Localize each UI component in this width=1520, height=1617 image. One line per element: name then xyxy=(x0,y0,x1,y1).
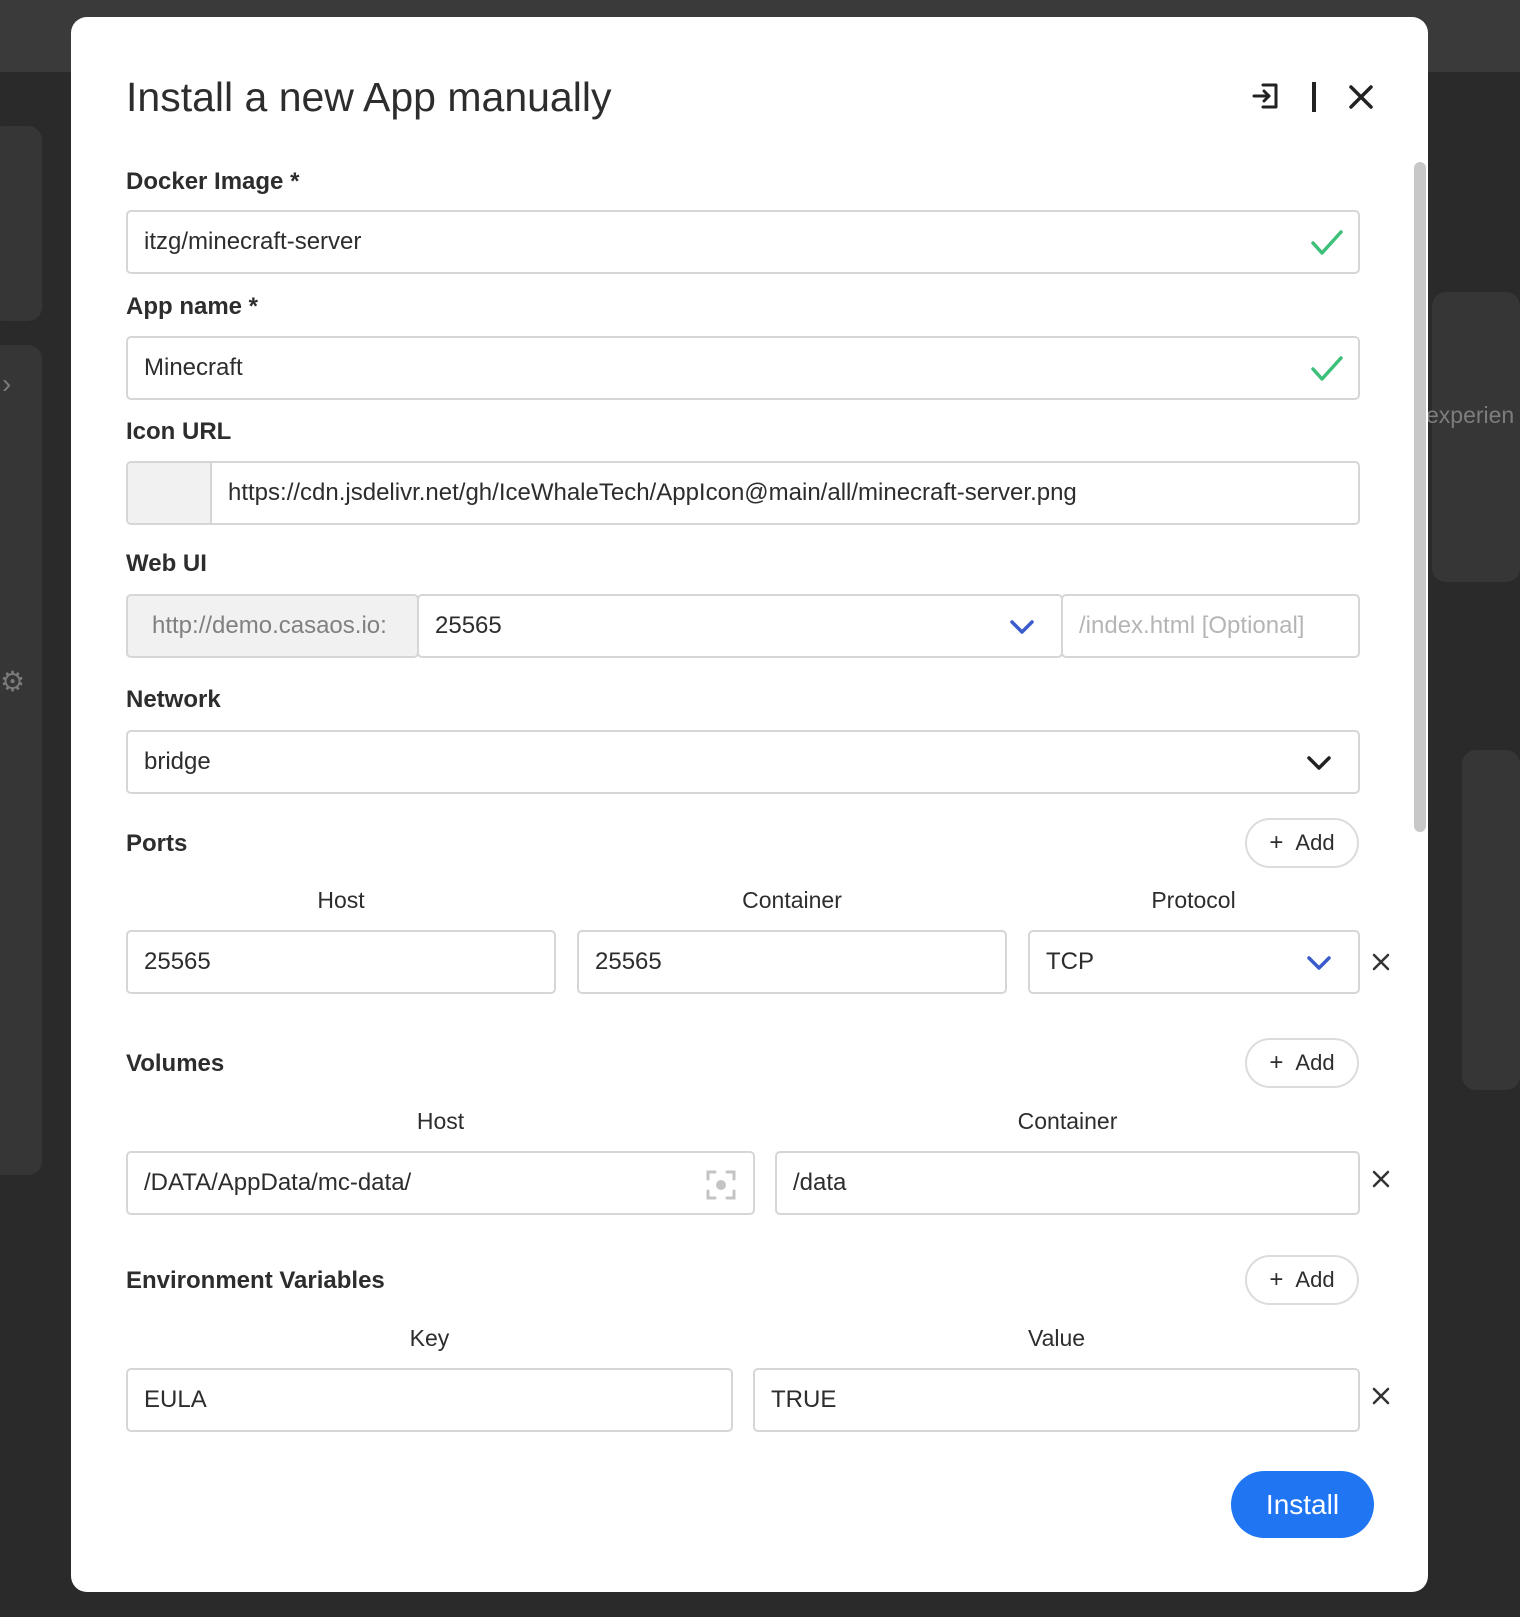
plus-icon: + xyxy=(1269,1049,1284,1076)
env-key-value: EULA xyxy=(144,1386,207,1413)
port-container-input[interactable]: 25565 xyxy=(577,930,1007,994)
plus-icon: + xyxy=(1269,1266,1284,1293)
icon-preview xyxy=(128,463,212,523)
network-label: Network xyxy=(126,686,221,713)
import-icon[interactable] xyxy=(1250,80,1282,112)
app-name-value: Minecraft xyxy=(144,354,243,381)
port-protocol-value: TCP xyxy=(1046,948,1094,975)
chevron-down-icon xyxy=(1010,620,1034,634)
port-host-value: 25565 xyxy=(144,948,211,975)
add-port-label: Add xyxy=(1295,830,1335,855)
install-button[interactable]: Install xyxy=(1231,1471,1374,1538)
remove-env-icon[interactable] xyxy=(1370,1385,1392,1407)
background-panel xyxy=(0,345,42,1175)
docker-image-value: itzg/minecraft-server xyxy=(144,228,362,255)
docker-image-label: Docker Image * xyxy=(126,168,300,195)
network-value: bridge xyxy=(144,748,211,775)
env-value-header: Value xyxy=(1027,1325,1086,1351)
background-text: experien xyxy=(1426,402,1515,428)
env-key-input[interactable]: EULA xyxy=(126,1368,733,1432)
volumes-container-header: Container xyxy=(1017,1108,1118,1134)
icon-url-input[interactable]: https://cdn.jsdelivr.net/gh/IceWhaleTech… xyxy=(126,461,1360,525)
docker-image-input[interactable]: itzg/minecraft-server xyxy=(126,210,1360,274)
network-select[interactable]: bridge xyxy=(126,730,1360,794)
volume-container-input[interactable]: /data xyxy=(775,1151,1360,1215)
app-name-input[interactable]: Minecraft xyxy=(126,336,1360,400)
gear-icon: ⚙ xyxy=(0,666,26,697)
volumes-host-header: Host xyxy=(416,1108,465,1134)
dialog-title: Install a new App manually xyxy=(126,74,612,120)
check-icon xyxy=(1311,356,1343,381)
env-value-input[interactable]: TRUE xyxy=(753,1368,1360,1432)
web-ui-path-placeholder: /index.html [Optional] xyxy=(1079,612,1305,639)
ports-label: Ports xyxy=(126,830,188,857)
chevron-down-icon xyxy=(1307,756,1331,770)
check-icon xyxy=(1311,230,1343,255)
header-divider xyxy=(1312,82,1316,112)
ports-container-header: Container xyxy=(742,887,842,913)
background-card-right-lower xyxy=(1462,750,1520,1090)
web-ui-port-select[interactable]: 25565 xyxy=(417,594,1063,658)
volume-host-input[interactable]: /DATA/AppData/mc-data/ xyxy=(126,1151,755,1215)
dialog-scrollbar[interactable] xyxy=(1414,162,1426,832)
remove-volume-icon[interactable] xyxy=(1370,1168,1392,1190)
folder-picker-icon[interactable] xyxy=(705,1169,737,1201)
remove-port-icon[interactable] xyxy=(1370,951,1392,973)
add-env-label: Add xyxy=(1295,1267,1335,1292)
env-value-value: TRUE xyxy=(771,1386,837,1413)
chevron-right-icon: › xyxy=(2,368,12,399)
icon-url-label: Icon URL xyxy=(126,418,232,445)
web-ui-path-input[interactable]: /index.html [Optional] xyxy=(1061,594,1360,658)
icon-url-value: https://cdn.jsdelivr.net/gh/IceWhaleTech… xyxy=(228,479,1077,506)
port-protocol-select[interactable]: TCP xyxy=(1028,930,1360,994)
close-icon[interactable] xyxy=(1344,80,1378,114)
background-card xyxy=(0,126,42,321)
web-ui-port-value: 25565 xyxy=(435,612,502,639)
volumes-label: Volumes xyxy=(126,1050,225,1077)
ports-protocol-header: Protocol xyxy=(1151,887,1236,913)
ports-host-header: Host xyxy=(317,887,365,913)
web-ui-host-prefix: http://demo.casaos.io: xyxy=(126,594,419,658)
port-container-value: 25565 xyxy=(595,948,662,975)
app-name-label: App name * xyxy=(126,293,259,320)
web-ui-host-prefix-text: http://demo.casaos.io: xyxy=(152,612,387,639)
add-env-button[interactable]: + Add xyxy=(1245,1255,1359,1305)
volume-container-value: /data xyxy=(793,1169,847,1196)
add-volume-button[interactable]: + Add xyxy=(1245,1038,1359,1088)
env-label: Environment Variables xyxy=(126,1267,385,1294)
plus-icon: + xyxy=(1269,829,1284,856)
env-key-header: Key xyxy=(409,1325,450,1351)
port-host-input[interactable]: 25565 xyxy=(126,930,556,994)
background-card-right xyxy=(1432,292,1520,582)
volume-host-value: /DATA/AppData/mc-data/ xyxy=(144,1169,412,1196)
web-ui-label: Web UI xyxy=(126,550,207,577)
add-port-button[interactable]: + Add xyxy=(1245,818,1359,868)
add-volume-label: Add xyxy=(1295,1050,1335,1075)
chevron-down-icon xyxy=(1307,956,1331,970)
